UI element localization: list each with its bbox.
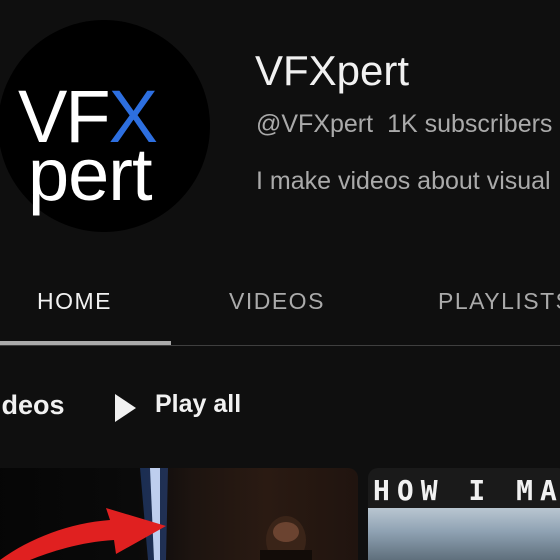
channel-page: VFX pert VFXpert @VFXpert 1K subscribers … <box>0 0 560 560</box>
tab-home[interactable]: HOME <box>37 288 112 315</box>
thumbnail-image <box>368 508 560 560</box>
red-arrow-icon <box>0 508 166 560</box>
channel-handle: @VFXpert <box>256 110 374 138</box>
tab-playlists[interactable]: PLAYLISTS <box>438 288 560 315</box>
video-thumbnail[interactable] <box>0 468 358 560</box>
tab-videos[interactable]: VIDEOS <box>229 288 325 315</box>
channel-tabs: HOME VIDEOS PLAYLISTS <box>0 270 560 346</box>
channel-name: VFXpert <box>255 47 410 94</box>
channel-avatar[interactable]: VFX pert <box>0 20 210 232</box>
logo-line-2: pert <box>28 133 153 216</box>
thumbnail-artwork <box>0 468 312 560</box>
video-thumbnail[interactable]: HOW I MA <box>368 468 560 560</box>
section-title[interactable]: ideos <box>0 390 65 421</box>
play-icon <box>115 394 136 422</box>
channel-description[interactable]: I make videos about visual <box>256 165 551 197</box>
play-all-label: Play all <box>155 390 242 418</box>
subscriber-count: 1K subscribers <box>387 110 553 138</box>
thumbnail-title: HOW I MA <box>373 474 560 507</box>
channel-meta: @VFXpert 1K subscribers <box>256 108 552 140</box>
tabs-divider <box>0 345 560 346</box>
